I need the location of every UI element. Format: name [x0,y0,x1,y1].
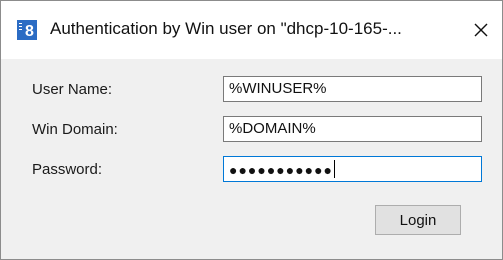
app-logo-text: 8 [25,23,34,40]
domain-field[interactable]: %DOMAIN% [223,116,482,142]
text-caret [334,160,336,178]
app-logo-icon: 8 [17,20,37,40]
password-label: Password: [32,161,103,178]
close-button[interactable] [460,1,502,59]
password-masked-value: ●●●●●●●●●●● [229,162,334,178]
auth-dialog: 8 Authentication by Win user on "dhcp-10… [0,0,503,260]
window-title: Authentication by Win user on "dhcp-10-1… [50,19,402,38]
close-icon [474,23,488,37]
login-button[interactable]: Login [375,205,461,235]
username-field[interactable]: %WINUSER% [223,76,482,102]
domain-label: Win Domain: [32,121,118,138]
title-bar[interactable]: 8 Authentication by Win user on "dhcp-10… [1,1,502,59]
dialog-body: User Name: %WINUSER% Win Domain: %DOMAIN… [1,60,502,259]
username-label: User Name: [32,81,113,98]
password-field[interactable]: ●●●●●●●●●●● [223,156,482,182]
